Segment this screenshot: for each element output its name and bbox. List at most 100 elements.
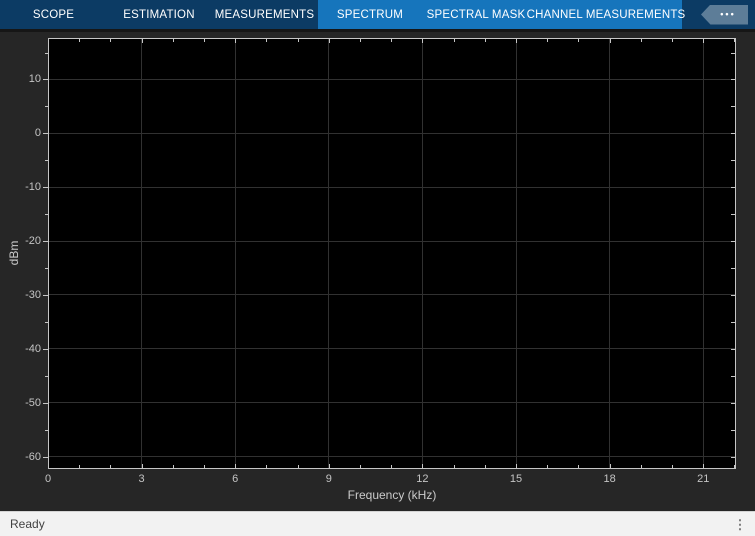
x-tick-top xyxy=(422,39,424,43)
y-tick-left xyxy=(45,375,48,377)
x-tick-label-6: 6 xyxy=(232,473,239,485)
gridline-x-15 xyxy=(515,39,517,468)
y-tick-right xyxy=(731,268,735,270)
x-tick-top xyxy=(328,39,330,43)
x-tick-bottom xyxy=(391,465,393,468)
gridline-y--20 xyxy=(49,240,735,242)
y-tick-right xyxy=(731,187,735,189)
gridline-y--60 xyxy=(49,456,735,458)
x-tick-top xyxy=(266,39,268,42)
gridline-x-12 xyxy=(421,39,423,468)
x-tick-top xyxy=(204,39,205,42)
tab-channel-measurements[interactable]: CHANNEL MEASUREMENTS xyxy=(527,0,685,29)
x-tick-top xyxy=(609,39,611,43)
x-tick-bottom xyxy=(328,464,330,468)
x-tick-top xyxy=(484,39,486,42)
y-tick-label--50: -50 xyxy=(25,396,41,409)
x-tick-label-0: 0 xyxy=(44,473,52,485)
y-tick-left xyxy=(45,52,48,54)
statusbar-menu-grip[interactable]: ⋮ xyxy=(725,518,755,531)
y-tick-right xyxy=(731,106,735,108)
y-tick-right xyxy=(731,456,735,458)
x-tick-top xyxy=(672,39,674,42)
tab-spectrum[interactable]: SPECTRUM xyxy=(318,0,422,29)
y-tick-label-0: 0 xyxy=(34,127,41,140)
y-axis-title: dBm xyxy=(7,240,21,265)
x-tick-bottom xyxy=(547,465,549,468)
x-tick-top xyxy=(453,39,455,42)
y-tick-left xyxy=(45,268,48,270)
status-text: Ready xyxy=(10,517,45,531)
x-tick-bottom xyxy=(734,465,736,468)
x-tick-bottom xyxy=(204,465,205,468)
x-tick-bottom xyxy=(422,464,424,468)
status-bar: Ready ⋮ xyxy=(0,511,755,536)
y-tick-left xyxy=(43,456,48,458)
x-tick-label-18: 18 xyxy=(603,473,616,485)
x-tick-bottom xyxy=(235,464,237,468)
gridline-y--10 xyxy=(49,186,735,188)
x-tick-bottom xyxy=(672,465,674,468)
y-tick-left xyxy=(45,106,48,108)
toolstrip-collapse-button[interactable]: ••• xyxy=(701,4,748,25)
y-tick-label--60: -60 xyxy=(25,450,41,463)
y-tick-right xyxy=(731,133,735,135)
x-tick-label-3: 3 xyxy=(138,473,145,485)
gridline-x-6 xyxy=(234,39,236,468)
x-tick-bottom xyxy=(609,464,611,468)
x-tick-bottom xyxy=(266,465,268,468)
x-tick-top xyxy=(235,39,237,43)
gridline-y--40 xyxy=(49,348,735,350)
y-tick-right xyxy=(731,402,735,404)
y-tick-right xyxy=(731,348,735,350)
y-tick-left xyxy=(45,429,48,431)
gridline-y-10 xyxy=(49,78,735,80)
tab-spectral-mask[interactable]: SPECTRAL MASK xyxy=(422,0,530,29)
gridline-y--50 xyxy=(49,402,735,404)
gridline-x-18 xyxy=(609,39,611,468)
gridline-y--30 xyxy=(49,294,735,296)
x-tick-bottom xyxy=(141,464,143,468)
y-tick-label--30: -30 xyxy=(25,288,41,301)
tab-scope[interactable]: SCOPE xyxy=(0,0,107,29)
x-tick-bottom xyxy=(453,465,455,468)
x-tick-bottom xyxy=(360,465,362,468)
x-tick-top xyxy=(547,39,549,42)
x-tick-label-12: 12 xyxy=(416,473,429,485)
y-tick-label-10: 10 xyxy=(28,73,41,86)
x-tick-top xyxy=(640,39,642,42)
x-tick-bottom xyxy=(172,465,174,468)
y-tick-right xyxy=(731,52,735,54)
x-tick-top xyxy=(141,39,143,43)
tab-estimation[interactable]: ESTIMATION xyxy=(107,0,211,29)
x-tick-bottom xyxy=(578,465,580,468)
x-tick-bottom xyxy=(110,465,112,468)
y-tick-left xyxy=(43,294,48,296)
tab-measurements[interactable]: MEASUREMENTS xyxy=(211,0,318,29)
x-tick-bottom xyxy=(640,465,642,468)
x-tick-label-9: 9 xyxy=(325,473,332,485)
toolstrip-spacer: ••• xyxy=(682,0,755,29)
y-tick-right xyxy=(731,241,735,243)
x-tick-label-21: 21 xyxy=(697,473,710,485)
x-tick-bottom xyxy=(516,464,518,468)
toolstrip-divider xyxy=(0,29,755,32)
spectrum-analyzer-window: SCOPE ESTIMATION MEASUREMENTS SPECTRUM SPECT… xyxy=(0,0,755,536)
y-tick-right xyxy=(731,429,735,431)
y-tick-left xyxy=(43,348,48,350)
gridline-x-3 xyxy=(141,39,143,468)
x-tick-top xyxy=(734,39,736,42)
ellipsis-icon: ••• xyxy=(720,9,736,19)
gridline-x-21 xyxy=(702,39,704,468)
y-tick-right xyxy=(731,214,735,216)
plot-canvas[interactable] xyxy=(48,38,736,469)
x-tick-top xyxy=(578,39,580,42)
y-tick-right xyxy=(731,321,735,323)
y-tick-left xyxy=(43,241,48,243)
x-tick-top xyxy=(172,39,174,42)
x-tick-top xyxy=(79,39,81,42)
y-tick-right xyxy=(731,79,735,81)
x-tick-top xyxy=(391,39,393,42)
y-tick-left xyxy=(45,160,48,162)
x-tick-top xyxy=(703,39,705,43)
